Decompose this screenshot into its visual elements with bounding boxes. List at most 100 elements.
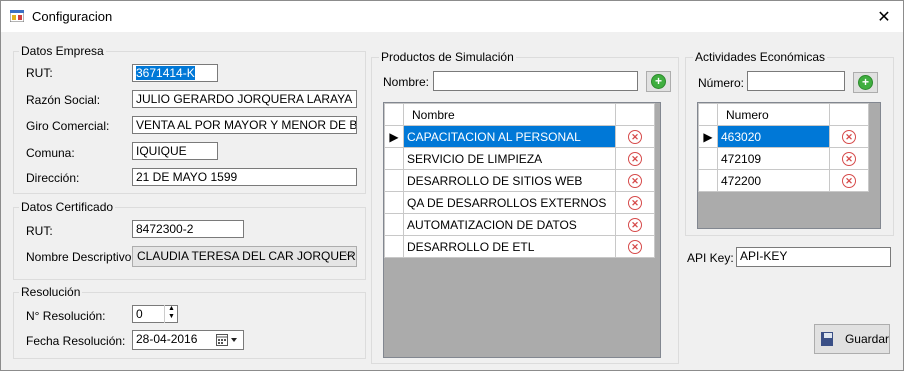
delete-icon: ✕: [842, 174, 856, 188]
table-row[interactable]: ▶ CAPACITACION AL PERSONAL ✕: [384, 125, 655, 148]
delete-row-button[interactable]: ✕: [615, 191, 655, 214]
table-row[interactable]: AUTOMATIZACION DE DATOS ✕: [384, 213, 655, 236]
rut-empresa-input[interactable]: 3671414-K: [132, 64, 218, 82]
close-button[interactable]: ✕: [865, 1, 903, 32]
calendar-dropdown-icon[interactable]: [216, 334, 240, 346]
productos-table: Nombre ▶ CAPACITACION AL PERSONAL ✕ SERVICI…: [384, 103, 655, 258]
table-cell[interactable]: AUTOMATIZACION DE DATOS: [403, 213, 616, 236]
row-header[interactable]: [384, 147, 404, 170]
numero-resolucion-value: 0: [136, 307, 143, 321]
column-header-delete: [615, 103, 655, 126]
api-key-label: API Key:: [687, 251, 734, 265]
razon-social-input[interactable]: JULIO GERARDO JORQUERA LARAYA: [132, 90, 357, 108]
delete-row-button[interactable]: ✕: [615, 213, 655, 236]
comuna-input[interactable]: IQUIQUE: [132, 142, 218, 160]
guardar-button[interactable]: Guardar: [814, 324, 890, 354]
datos-certificado-group: [13, 207, 366, 280]
table-cell[interactable]: 463020: [717, 125, 830, 148]
column-header-nombre[interactable]: Nombre: [403, 103, 616, 126]
column-header-numero[interactable]: Numero: [717, 103, 830, 126]
table-cell[interactable]: CAPACITACION AL PERSONAL: [403, 125, 616, 148]
fecha-resolucion-value: 28-04-2016: [136, 332, 198, 346]
row-header[interactable]: [698, 169, 718, 192]
delete-icon: ✕: [628, 218, 642, 232]
window-title: Configuracion: [32, 9, 113, 24]
row-header[interactable]: [384, 191, 404, 214]
direccion-label: Dirección:: [26, 171, 80, 185]
stepper-arrows[interactable]: ▲ ▼: [164, 305, 178, 323]
datos-empresa-legend: Datos Empresa: [19, 44, 106, 58]
table-row[interactable]: ▶ 463020 ✕: [698, 125, 869, 148]
table-row[interactable]: QA DE DESARROLLOS EXTERNOS ✕: [384, 191, 655, 214]
resolucion-legend: Resolución: [19, 285, 83, 299]
delete-icon: ✕: [628, 240, 642, 254]
row-header[interactable]: [384, 213, 404, 236]
current-row-arrow-icon[interactable]: ▶: [384, 125, 404, 148]
productos-legend: Productos de Simulación: [379, 50, 516, 64]
delete-row-button[interactable]: ✕: [615, 125, 655, 148]
table-cell[interactable]: 472109: [717, 147, 830, 170]
productos-grid[interactable]: Nombre ▶ CAPACITACION AL PERSONAL ✕ SERVICI…: [383, 102, 661, 358]
delete-row-button[interactable]: ✕: [829, 125, 869, 148]
nombre-descriptivo-value: CLAUDIA TERESA DEL CAR JORQUERA: [137, 249, 357, 263]
current-row-arrow-icon[interactable]: ▶: [698, 125, 718, 148]
delete-row-button[interactable]: ✕: [615, 235, 655, 258]
title-bar: Configuracion ✕: [1, 1, 903, 32]
nombre-descriptivo-select[interactable]: CLAUDIA TERESA DEL CAR JORQUERA ⌵: [132, 246, 357, 267]
table-cell[interactable]: SERVICIO DE LIMPIEZA: [403, 147, 616, 170]
razon-social-label: Razón Social:: [26, 93, 101, 107]
producto-nombre-input[interactable]: [433, 71, 638, 91]
productos-header-row: Nombre: [384, 103, 655, 126]
delete-row-button[interactable]: ✕: [829, 147, 869, 170]
delete-icon: ✕: [842, 130, 856, 144]
rut-empresa-label: RUT:: [26, 66, 53, 80]
table-cell[interactable]: DESARROLLO DE SITIOS WEB: [403, 169, 616, 192]
table-cell[interactable]: DESARROLLO DE ETL: [403, 235, 616, 258]
api-key-input[interactable]: API-KEY: [736, 247, 891, 267]
delete-row-button[interactable]: ✕: [615, 147, 655, 170]
delete-icon: ✕: [628, 152, 642, 166]
row-header-corner: [384, 103, 404, 126]
delete-row-button[interactable]: ✕: [829, 169, 869, 192]
table-cell[interactable]: QA DE DESARROLLOS EXTERNOS: [403, 191, 616, 214]
fecha-resolucion-label: Fecha Resolución:: [26, 334, 126, 348]
add-actividad-button[interactable]: +: [853, 72, 878, 93]
actividad-numero-label: Número:: [698, 76, 745, 90]
close-icon: ✕: [877, 8, 891, 26]
row-header[interactable]: [698, 147, 718, 170]
rut-certificado-input[interactable]: 8472300-2: [132, 220, 244, 238]
add-producto-button[interactable]: +: [646, 71, 671, 92]
table-row[interactable]: DESARROLLO DE ETL ✕: [384, 235, 655, 258]
comuna-label: Comuna:: [26, 146, 75, 160]
save-icon: [821, 332, 833, 346]
delete-row-button[interactable]: ✕: [615, 169, 655, 192]
table-row[interactable]: 472109 ✕: [698, 147, 869, 170]
table-row[interactable]: SERVICIO DE LIMPIEZA ✕: [384, 147, 655, 170]
app-window-icon: [10, 10, 24, 22]
row-header[interactable]: [384, 169, 404, 192]
delete-icon: ✕: [628, 196, 642, 210]
giro-comercial-input[interactable]: VENTA AL POR MAYOR Y MENOR DE BEBII: [132, 116, 357, 134]
rut-empresa-value: 3671414-K: [136, 66, 195, 80]
stepper-down-icon[interactable]: ▼: [165, 313, 178, 321]
config-window: Configuracion ✕ Datos Empresa RUT: 36714…: [0, 0, 904, 371]
stepper-up-icon[interactable]: ▲: [165, 305, 178, 313]
actividades-grid[interactable]: Numero ▶ 463020 ✕ 472109 ✕ 472200 ✕: [697, 102, 881, 229]
table-row[interactable]: DESARROLLO DE SITIOS WEB ✕: [384, 169, 655, 192]
delete-icon: ✕: [628, 130, 642, 144]
actividades-header-row: Numero: [698, 103, 869, 126]
direccion-input[interactable]: 21 DE MAYO 1599: [132, 168, 357, 186]
actividades-table: Numero ▶ 463020 ✕ 472109 ✕ 472200 ✕: [698, 103, 869, 192]
plus-icon: +: [858, 75, 873, 90]
actividad-numero-input[interactable]: [747, 71, 845, 91]
chevron-down-icon: ⌵: [345, 249, 353, 260]
guardar-label: Guardar: [844, 332, 889, 346]
table-row[interactable]: 472200 ✕: [698, 169, 869, 192]
table-cell[interactable]: 472200: [717, 169, 830, 192]
plus-icon: +: [651, 74, 666, 89]
row-header[interactable]: [384, 235, 404, 258]
actividades-legend: Actividades Económicas: [693, 50, 828, 64]
datos-certificado-legend: Datos Certificado: [19, 200, 116, 214]
delete-icon: ✕: [842, 152, 856, 166]
numero-resolucion-label: N° Resolución:: [26, 309, 106, 323]
